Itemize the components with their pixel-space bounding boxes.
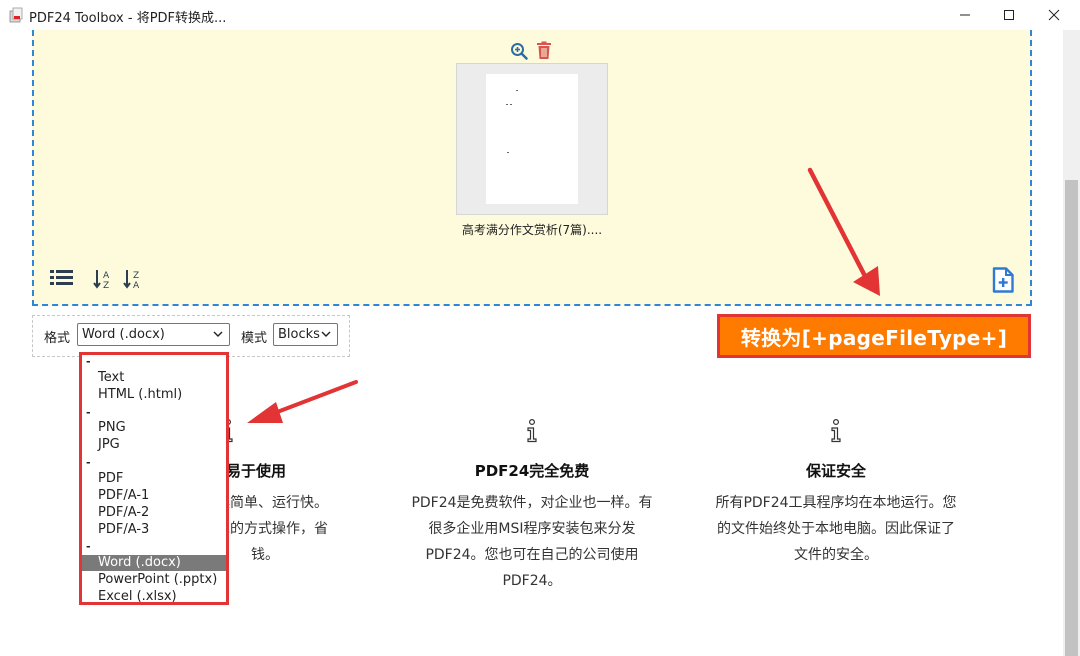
- feature-line: PDF24是免费软件，对企业也一样。有: [411, 495, 653, 511]
- minimize-icon: [960, 14, 970, 16]
- svg-text:A: A: [133, 281, 140, 290]
- feature-text-free: PDF24是免费软件，对企业也一样。有 很多企业用MSI程序安装包来分发 PDF…: [387, 490, 677, 594]
- preview-mark: [507, 152, 509, 153]
- svg-text:Z: Z: [103, 281, 109, 290]
- format-dropdown-list: - Text HTML (.html) - PNG JPG - PDF PDF/…: [79, 352, 229, 605]
- feature-title-free: PDF24完全免费: [474, 462, 590, 480]
- feature-line: PDF24。您也可在自己的公司使用: [425, 547, 639, 563]
- feature-line: 很多企业用MSI程序安装包来分发: [428, 521, 636, 537]
- dropdown-option[interactable]: PNG: [82, 420, 226, 436]
- dropdown-option[interactable]: HTML (.html): [82, 387, 226, 403]
- close-button[interactable]: [1031, 0, 1077, 30]
- format-label: 格式: [44, 331, 71, 346]
- format-select-value: Word (.docx): [82, 327, 165, 342]
- dropdown-separator: -: [86, 540, 91, 553]
- minimize-button[interactable]: [942, 0, 988, 30]
- dropdown-option-selected[interactable]: Word (.docx): [82, 555, 226, 571]
- feature-text-secure: 所有PDF24工具程序均在本地运行。您 的文件始终处于本地电脑。因此保证了 文件…: [691, 490, 981, 568]
- list-icon[interactable]: [50, 269, 73, 286]
- info-icon: [831, 419, 841, 443]
- pdf24-toolbox-window: PDF24 Toolbox - 将PDF转换成... 高考满分作文赏析(7篇).…: [0, 0, 1080, 656]
- feature-line: 的文件始终处于本地电脑。因此保证了: [717, 521, 955, 537]
- zoom-in-icon[interactable]: [510, 42, 528, 60]
- pdf-page-preview: [486, 74, 578, 204]
- dropdown-option[interactable]: JPG: [82, 437, 226, 453]
- dropdown-separator: -: [86, 406, 91, 419]
- dropdown-option[interactable]: PDF/A-2: [82, 505, 226, 521]
- svg-text:A: A: [103, 271, 110, 281]
- maximize-icon: [1004, 10, 1014, 20]
- annotation-arrow-to-dropdown: [247, 380, 358, 423]
- feature-line: 所有PDF24工具程序均在本地运行。您: [715, 495, 957, 511]
- dropdown-separator: -: [86, 456, 91, 469]
- mode-select-value: Blocks: [278, 327, 320, 342]
- dropdown-option[interactable]: Excel (.xlsx): [82, 589, 226, 605]
- dropdown-option[interactable]: PDF/A-1: [82, 488, 226, 504]
- format-select[interactable]: Word (.docx): [77, 323, 230, 346]
- mode-label: 模式: [241, 331, 268, 346]
- sort-za-icon[interactable]: Z A: [123, 268, 143, 290]
- mode-select[interactable]: Blocks: [273, 323, 338, 346]
- sort-az-icon[interactable]: A Z: [93, 268, 113, 290]
- close-icon: [1048, 9, 1060, 21]
- add-file-icon[interactable]: [991, 267, 1015, 293]
- dropdown-separator: -: [86, 355, 91, 368]
- feature-line: 文件的安全。: [794, 547, 878, 563]
- scrollbar-thumb[interactable]: [1065, 180, 1078, 656]
- preview-mark: [510, 104, 512, 105]
- file-name-label: 高考满分作文赏析(7篇)....: [461, 223, 603, 237]
- dropdown-option[interactable]: PDF: [82, 471, 226, 487]
- convert-button[interactable]: 转换为[+pageFileType+]: [717, 314, 1031, 358]
- dropdown-option[interactable]: PDF/A-3: [82, 522, 226, 538]
- info-icon: [527, 419, 537, 443]
- preview-mark: [506, 104, 508, 105]
- dropdown-option[interactable]: Text: [82, 370, 226, 386]
- trash-icon[interactable]: [535, 41, 553, 60]
- title-bar: PDF24 Toolbox - 将PDF转换成...: [0, 0, 1080, 30]
- convert-button-label: 转换为[+pageFileType+]: [740, 325, 1008, 350]
- window-title: PDF24 Toolbox - 将PDF转换成...: [29, 11, 227, 26]
- chevron-down-icon: [213, 331, 223, 337]
- pdf24-app-icon: [9, 7, 23, 23]
- chevron-down-icon: [321, 331, 331, 337]
- dropdown-option[interactable]: PowerPoint (.pptx): [82, 572, 226, 588]
- svg-text:Z: Z: [133, 271, 139, 281]
- preview-mark: [516, 90, 518, 91]
- maximize-button[interactable]: [986, 0, 1032, 30]
- feature-title-secure: 保证安全: [805, 462, 866, 480]
- feature-line: PDF24。: [502, 573, 562, 589]
